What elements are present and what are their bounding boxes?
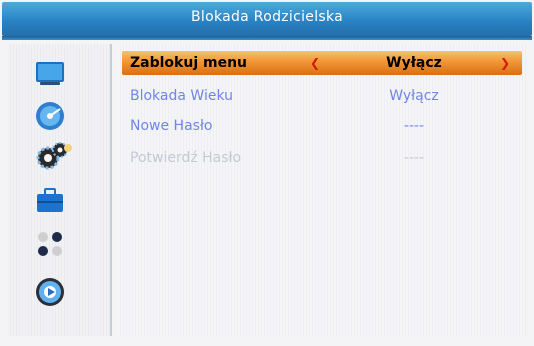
- menu-row-label: Potwierdź Hasło: [130, 150, 242, 166]
- menu-row-new-password[interactable]: Nowe Hasło ----: [122, 114, 522, 138]
- sidebar-item-media[interactable]: [34, 276, 66, 308]
- dots-icon: [38, 232, 62, 256]
- sidebar-item-tv[interactable]: [34, 58, 66, 90]
- arrow-left-icon[interactable]: ❮: [310, 56, 320, 70]
- menu-row-value: ----: [403, 118, 425, 134]
- sidebar-item-disc[interactable]: [34, 100, 66, 132]
- disc-icon: [36, 102, 64, 130]
- menu-row-value: ----: [403, 150, 425, 166]
- menu-row-label: Zablokuj menu: [130, 55, 248, 71]
- page-title: Blokada Rodzicielska: [190, 9, 344, 25]
- title-bar: Blokada Rodzicielska: [2, 2, 532, 36]
- media-disc-icon: [36, 278, 64, 306]
- sidebar-item-toolbox[interactable]: [34, 184, 66, 216]
- tv-icon: [36, 62, 64, 85]
- sidebar-item-settings[interactable]: [34, 140, 72, 172]
- menu-row-age-lock[interactable]: Blokada Wieku Wyłącz: [122, 84, 522, 108]
- title-bar-underline: [2, 36, 532, 40]
- menu-row-label: Nowe Hasło: [130, 118, 213, 134]
- toolbox-icon: [37, 188, 63, 212]
- settings-gears-icon: [36, 142, 72, 170]
- menu-row-lock-menu[interactable]: Zablokuj menu ❮ Wyłącz ❯: [122, 51, 522, 75]
- arrow-right-icon[interactable]: ❯: [500, 56, 510, 70]
- menu-row-value: Wyłącz: [386, 55, 442, 71]
- parental-lock-screen: Blokada Rodzicielska Zablokuj menu ❮ Wył…: [0, 0, 534, 346]
- menu-row-value: Wyłącz: [389, 88, 439, 104]
- sidebar-item-dots[interactable]: [34, 228, 66, 260]
- menu-row-confirm-password: Potwierdź Hasło ----: [122, 146, 522, 170]
- menu-row-label: Blokada Wieku: [130, 88, 234, 104]
